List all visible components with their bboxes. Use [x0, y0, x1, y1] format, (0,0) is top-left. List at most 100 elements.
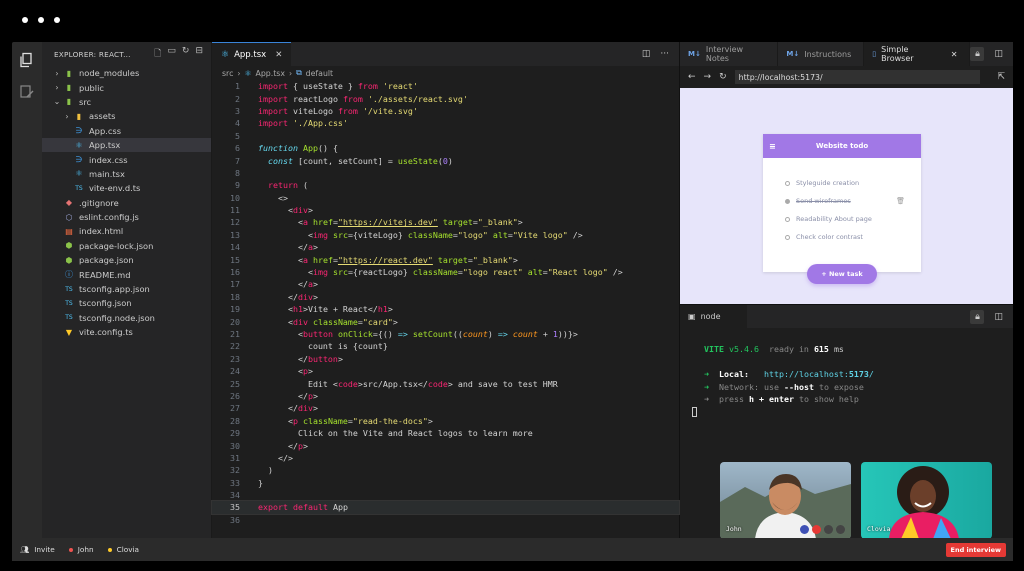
lock-icon[interactable]: 🔒︎: [970, 47, 985, 61]
collapse-icon[interactable]: ⊟: [195, 46, 203, 62]
code-line[interactable]: 4 import './App.css': [212, 117, 679, 129]
tree-item[interactable]: › ▮ node_modules: [42, 66, 211, 80]
todo-item[interactable]: Check color contrast: [785, 228, 905, 246]
code-line[interactable]: 5: [212, 130, 679, 142]
tree-item[interactable]: › ▮ assets: [42, 109, 211, 123]
tree-item[interactable]: ⓘ README.md: [42, 267, 211, 281]
todo-item[interactable]: Styleguide creation: [785, 174, 905, 192]
tree-item[interactable]: ⬡ eslint.config.js: [42, 210, 211, 224]
video-tile-john[interactable]: John: [720, 462, 851, 538]
split-terminal-icon[interactable]: ◫: [994, 312, 1003, 322]
code-line[interactable]: 18 </div >: [212, 291, 679, 303]
tree-item[interactable]: ⚛ main.tsx: [42, 167, 211, 181]
code-line[interactable]: 9 return (: [212, 179, 679, 191]
terminal-tab-node[interactable]: ▣ node: [680, 305, 747, 328]
todo-item[interactable]: Send wireframes 🗑︎: [785, 192, 905, 210]
more-icon[interactable]: ···: [660, 49, 669, 59]
tab-interview-notes[interactable]: M↓ Interview Notes: [680, 42, 779, 66]
code-line[interactable]: 15 < a href = "https://react.dev" target = "_…: [212, 253, 679, 265]
menu-icon[interactable]: ≡: [769, 142, 776, 151]
code-line[interactable]: 33}: [212, 477, 679, 489]
breadcrumb-symbol[interactable]: default: [306, 69, 333, 78]
radio-icon[interactable]: [785, 198, 790, 204]
forward-arrow-icon[interactable]: →: [704, 72, 712, 82]
code-line[interactable]: 8: [212, 167, 679, 179]
code-editor[interactable]: 1 import { useState } from 'react' 2 import…: [211, 80, 680, 538]
code-line[interactable]: 6 function App() {: [212, 142, 679, 154]
terminal-output[interactable]: VITE v5.4.6 ready in 615 ms ➜ Local: htt…: [680, 328, 1013, 538]
more-icon[interactable]: [836, 525, 845, 534]
code-line[interactable]: 34: [212, 489, 679, 501]
code-line[interactable]: 26 </p >: [212, 390, 679, 402]
tree-item[interactable]: TS tsconfig.app.json: [42, 282, 211, 296]
radio-icon[interactable]: [785, 180, 790, 186]
code-line[interactable]: 20 < div className = "card" >: [212, 315, 679, 327]
code-line[interactable]: 23 </button >: [212, 353, 679, 365]
record-icon[interactable]: [812, 525, 821, 534]
refresh-icon[interactable]: ↻: [182, 46, 190, 62]
trash-icon[interactable]: 🗑︎: [896, 197, 905, 205]
tree-item[interactable]: ⚛ App.tsx: [42, 137, 211, 153]
tab-instructions[interactable]: M↓ Instructions: [778, 42, 865, 66]
url-input[interactable]: http://localhost:5173/: [734, 70, 980, 84]
tree-item[interactable]: ∋ App.css: [42, 124, 211, 138]
code-line[interactable]: 30 </p >: [212, 439, 679, 451]
edit-icon[interactable]: [19, 84, 35, 100]
code-line[interactable]: 32 ): [212, 464, 679, 476]
tab-app-tsx[interactable]: ⚛ App.tsx ✕: [212, 42, 292, 66]
open-external-icon[interactable]: ⇱: [997, 72, 1005, 82]
tree-item[interactable]: › ▮ public: [42, 80, 211, 94]
tree-item[interactable]: ∋ index.css: [42, 152, 211, 166]
code-line[interactable]: 12 < a href = "https://vitejs.dev" target = "…: [212, 216, 679, 228]
back-arrow-icon[interactable]: ←: [688, 72, 696, 82]
tree-item[interactable]: TS tsconfig.json: [42, 296, 211, 310]
video-tile-clovia[interactable]: Clovia: [861, 462, 992, 538]
new-task-button[interactable]: + New task: [807, 264, 877, 284]
tree-item[interactable]: TS tsconfig.node.json: [42, 311, 211, 325]
tree-item[interactable]: TS vite-env.d.ts: [42, 181, 211, 195]
new-file-icon[interactable]: 🗋: [154, 46, 161, 62]
tree-item[interactable]: ⬢ package-lock.json: [42, 239, 211, 253]
camera-icon[interactable]: [824, 525, 833, 534]
code-line[interactable]: 36: [212, 514, 679, 526]
close-icon[interactable]: ✕: [275, 50, 282, 60]
code-line[interactable]: 14 </a >: [212, 241, 679, 253]
code-line[interactable]: 3 import viteLogo from '/vite.svg': [212, 105, 679, 117]
split-editor-icon[interactable]: ◫: [642, 49, 651, 59]
code-line[interactable]: 24 < p >: [212, 365, 679, 377]
tree-item[interactable]: ▼ vite.config.ts: [42, 325, 211, 339]
code-line[interactable]: 2 import reactLogo from './assets/react.s…: [212, 92, 679, 104]
tree-item[interactable]: ⌄ ▮ src: [42, 95, 211, 109]
breadcrumb-src[interactable]: src: [222, 69, 233, 78]
code-line[interactable]: 31 </>: [212, 452, 679, 464]
radio-icon[interactable]: [785, 216, 790, 222]
tree-item[interactable]: ◆ .gitignore: [42, 196, 211, 210]
mic-icon[interactable]: [800, 525, 809, 534]
close-icon[interactable]: ✕: [951, 50, 958, 59]
code-line[interactable]: 19 < h1 >Vite + React</h1 >: [212, 303, 679, 315]
code-line[interactable]: 7 const [count, setCount] = useState(0): [212, 154, 679, 166]
code-line[interactable]: 11 < div >: [212, 204, 679, 216]
tree-item[interactable]: ⬢ package.json: [42, 253, 211, 267]
code-line[interactable]: 22 count is {count}: [212, 340, 679, 352]
end-interview-button[interactable]: End interview: [945, 542, 1006, 557]
code-line[interactable]: 13 < img src ={viteLogo} className = "logo" …: [212, 229, 679, 241]
code-line[interactable]: 10 <>: [212, 192, 679, 204]
files-icon[interactable]: [19, 52, 35, 68]
code-line[interactable]: 29 Click on the Vite and React logos to …: [212, 427, 679, 439]
tab-simple-browser[interactable]: ▯ Simple Browser ✕: [864, 42, 971, 66]
new-folder-icon[interactable]: ▭: [167, 46, 176, 62]
code-line[interactable]: 35 export default App: [211, 500, 680, 515]
code-line[interactable]: 25 Edit < code >src/App.tsx</code > and sav…: [212, 377, 679, 389]
code-line[interactable]: 27 </div >: [212, 402, 679, 414]
code-line[interactable]: 17 </a >: [212, 278, 679, 290]
local-url[interactable]: http://localhost:5173/: [764, 369, 874, 379]
tree-item[interactable]: ▤ index.html: [42, 224, 211, 238]
lock-icon[interactable]: 🔒︎: [970, 309, 985, 324]
breadcrumb-file[interactable]: App.tsx: [256, 69, 285, 78]
code-line[interactable]: 28 < p className = "read-the-docs" >: [212, 415, 679, 427]
reload-icon[interactable]: ↻: [719, 72, 727, 82]
code-line[interactable]: 16 < img src ={reactLogo} className = "logo …: [212, 266, 679, 278]
invite-button[interactable]: 👥︎ Invite: [20, 545, 55, 554]
code-line[interactable]: 21 < button onClick ={() => setCount((coun…: [212, 328, 679, 340]
